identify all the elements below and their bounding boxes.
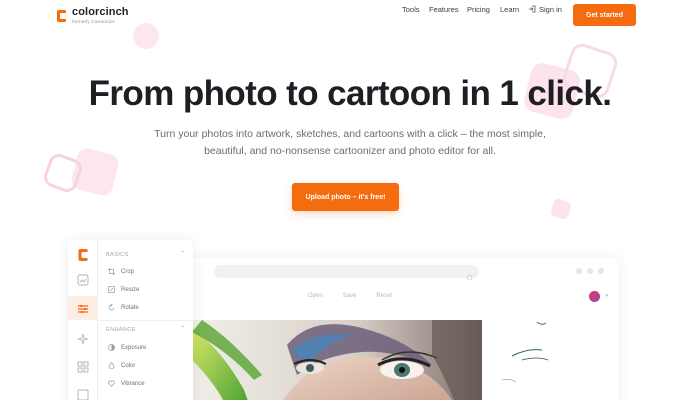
grid-icon[interactable] [77,360,89,373]
avatar[interactable] [589,291,600,302]
nav-signin[interactable]: Sign in [528,5,562,14]
share-icon [466,268,473,281]
hero-subtitle: Turn your photos into artwork, sketches,… [154,128,546,157]
image-icon[interactable] [77,273,89,286]
chevron-down-icon: ▾ [605,293,608,299]
brand-name: colorcinch [72,6,129,18]
chevron-up-icon[interactable]: ⌃ [180,250,185,257]
tool-rotate[interactable]: Rotate [108,303,139,311]
chevron-up-icon[interactable]: ⌃ [180,325,185,332]
signin-icon [528,5,536,13]
tool-color[interactable]: Color [108,361,136,370]
toolbar-reset[interactable]: Reset [376,293,392,299]
address-bar [214,265,479,281]
site-header: colorcinch formerly Cartoonize Tools Fea… [0,0,700,30]
toolbar-open[interactable]: Open [308,293,323,299]
hero-title: From photo to cartoon in 1 click. [88,74,612,113]
adjust-panel: BASICS ⌃ Crop Resize Rotate ENHANCE ⌃ Ex… [98,240,193,400]
frame-icon[interactable] [77,388,89,400]
get-started-button[interactable]: Get started [573,4,636,26]
nav-features[interactable]: Features [429,5,459,14]
signin-label: Sign in [539,4,562,14]
color-icon [108,361,115,370]
logo[interactable]: colorcinch formerly Cartoonize [56,7,129,25]
window-controls [576,268,604,274]
tool-vibrance-label: Vibrance [121,380,145,387]
tool-color-label: Color [121,362,136,369]
sparkle-icon[interactable] [77,332,89,345]
tool-exposure[interactable]: Exposure [108,344,146,351]
editor-preview: Open Save Reset ▾ [190,258,618,400]
section-basics: BASICS [106,252,129,258]
sidebar-rail [68,240,98,400]
tool-resize[interactable]: Resize [108,286,139,293]
artwork-image [192,320,488,400]
resize-icon [108,286,115,293]
nav-pricing[interactable]: Pricing [467,5,490,14]
upload-photo-button[interactable]: Upload photo – it's free! [292,183,399,211]
tool-crop-label: Crop [121,268,135,275]
toolbar-save[interactable]: Save [343,293,357,299]
logo-icon [56,9,66,22]
nav-learn[interactable]: Learn [500,5,519,14]
section-enhance: ENHANCE [106,327,136,333]
tool-rotate-label: Rotate [121,304,139,311]
editor-toolbar: Open Save Reset [308,293,392,299]
sliders-icon [77,302,89,314]
vibrance-icon [108,380,115,387]
brand-subtitle: formerly Cartoonize [72,19,116,24]
nav-tools[interactable]: Tools [402,5,420,14]
sketch-image [482,320,556,400]
editor-sidebar: BASICS ⌃ Crop Resize Rotate ENHANCE ⌃ Ex… [68,240,193,400]
tool-vibrance[interactable]: Vibrance [108,380,145,387]
tool-resize-label: Resize [121,286,140,293]
rotate-icon [108,303,115,311]
crop-icon [108,268,115,275]
tool-crop[interactable]: Crop [108,268,134,275]
decor-shape [549,197,573,221]
exposure-icon [108,344,115,351]
tool-exposure-label: Exposure [121,344,147,351]
divider [98,320,193,321]
logo-icon [77,248,89,261]
